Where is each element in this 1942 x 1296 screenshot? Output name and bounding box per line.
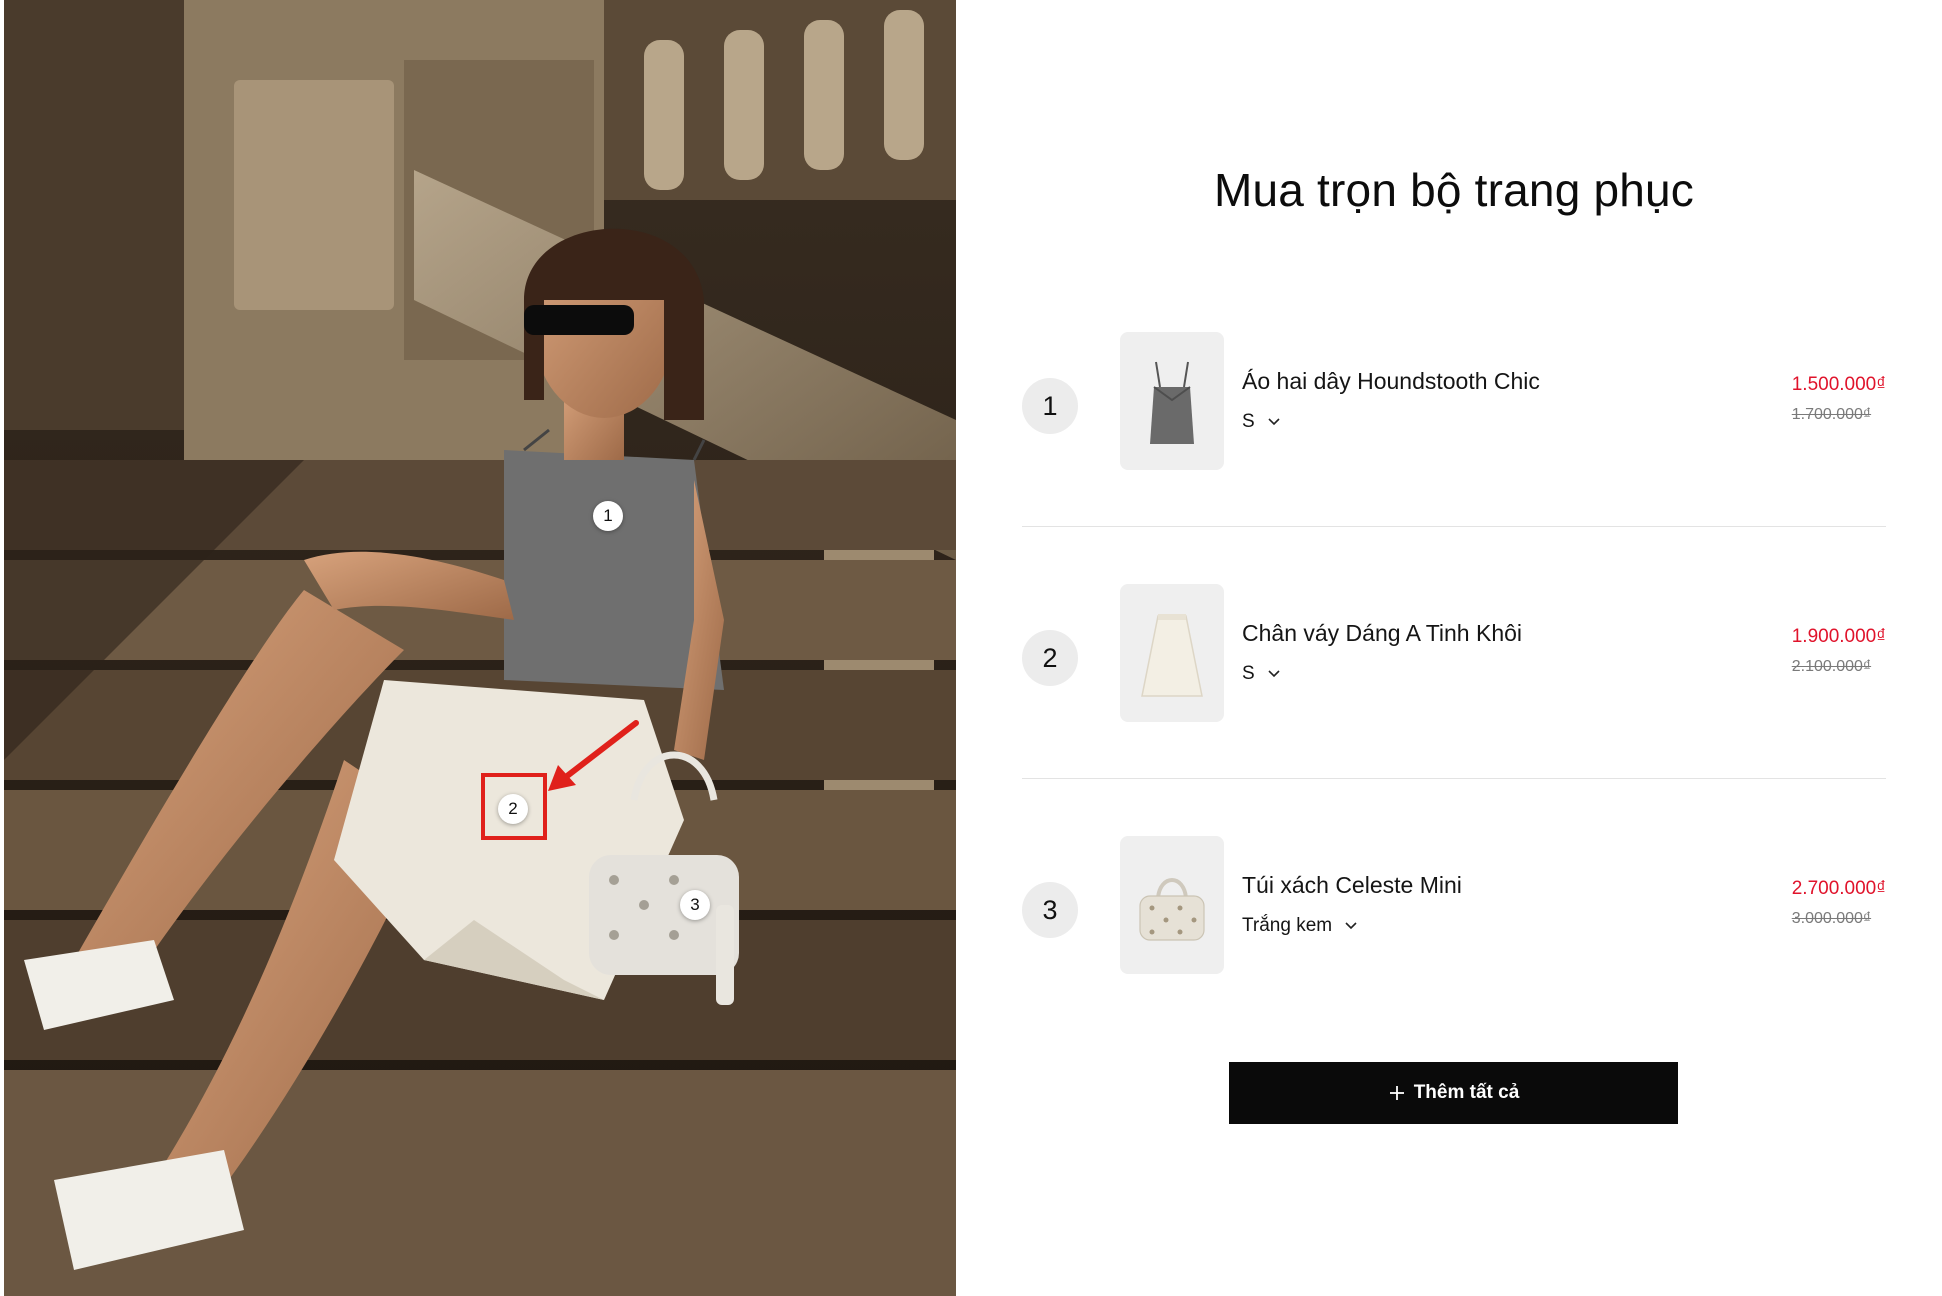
- item-number-badge: 3: [1022, 882, 1078, 938]
- product-name[interactable]: Áo hai dây Houndstooth Chic: [1242, 368, 1540, 395]
- sale-price: 1.500.000₫: [1791, 374, 1886, 395]
- skirt-thumbnail-icon: [1141, 614, 1203, 697]
- product-name[interactable]: Chân váy Dáng A Tinh Khôi: [1242, 620, 1522, 647]
- size-select-value: S: [1242, 663, 1255, 684]
- item-number-badge: 1: [1022, 378, 1078, 434]
- lookbook-photo: 1 2 3: [4, 0, 956, 1296]
- size-select[interactable]: S: [1242, 660, 1281, 688]
- chevron-down-icon: [1268, 418, 1280, 426]
- original-price: 1.700.000₫: [1791, 406, 1872, 423]
- shop-the-look-page: 1 2 3 Mua trọn bộ trang phục 1 Áo hai dâ…: [0, 0, 1942, 1296]
- add-all-label: Thêm tất cả: [1413, 1082, 1520, 1103]
- color-select[interactable]: Trắng kem: [1242, 912, 1358, 940]
- size-select-value: S: [1242, 411, 1255, 432]
- annotation-highlight-box: [481, 773, 547, 840]
- sale-price: 2.700.000₫: [1791, 878, 1886, 899]
- row-divider: [1022, 526, 1886, 527]
- price-block: 1.900.000₫ 2.100.000₫: [1792, 626, 1886, 676]
- hotspot-1[interactable]: 1: [593, 501, 623, 531]
- product-row-2: 2 Chân váy Dáng A Tinh Khôi S 1.900.000₫…: [1022, 574, 1886, 734]
- chevron-down-icon: [1345, 922, 1357, 930]
- product-thumbnail-handbag[interactable]: [1120, 836, 1224, 974]
- row-divider: [1022, 778, 1886, 779]
- add-all-button[interactable]: Thêm tất cả: [1229, 1062, 1678, 1124]
- plus-icon: [1389, 1086, 1404, 1100]
- price-block: 2.700.000₫ 3.000.000₫: [1792, 878, 1886, 928]
- product-row-1: 1 Áo hai dây Houndstooth Chic S 1.500.00…: [1022, 322, 1886, 482]
- color-select-value: Trắng kem: [1242, 915, 1333, 936]
- lookbook-scene-image: [4, 0, 956, 1296]
- chevron-down-icon: [1268, 670, 1280, 678]
- product-thumbnail-skirt[interactable]: [1120, 584, 1224, 722]
- hotspot-3[interactable]: 3: [680, 890, 710, 920]
- annotation-arrow-icon: [548, 720, 639, 791]
- product-thumbnail-camisole[interactable]: [1120, 332, 1224, 470]
- sale-price: 1.900.000₫: [1791, 626, 1886, 647]
- size-select[interactable]: S: [1242, 408, 1281, 436]
- product-row-3: 3 Túi xách Celeste Mini Trắng kem 2.700.…: [1022, 826, 1886, 986]
- original-price: 3.000.000₫: [1791, 910, 1872, 927]
- original-price: 2.100.000₫: [1791, 658, 1872, 675]
- product-name[interactable]: Túi xách Celeste Mini: [1242, 872, 1462, 899]
- handbag-thumbnail-icon: [1139, 878, 1205, 941]
- camisole-thumbnail-icon: [1150, 361, 1194, 444]
- price-block: 1.500.000₫ 1.700.000₫: [1792, 374, 1886, 424]
- item-number-badge: 2: [1022, 630, 1078, 686]
- page-title: Mua trọn bộ trang phục: [1213, 164, 1695, 216]
